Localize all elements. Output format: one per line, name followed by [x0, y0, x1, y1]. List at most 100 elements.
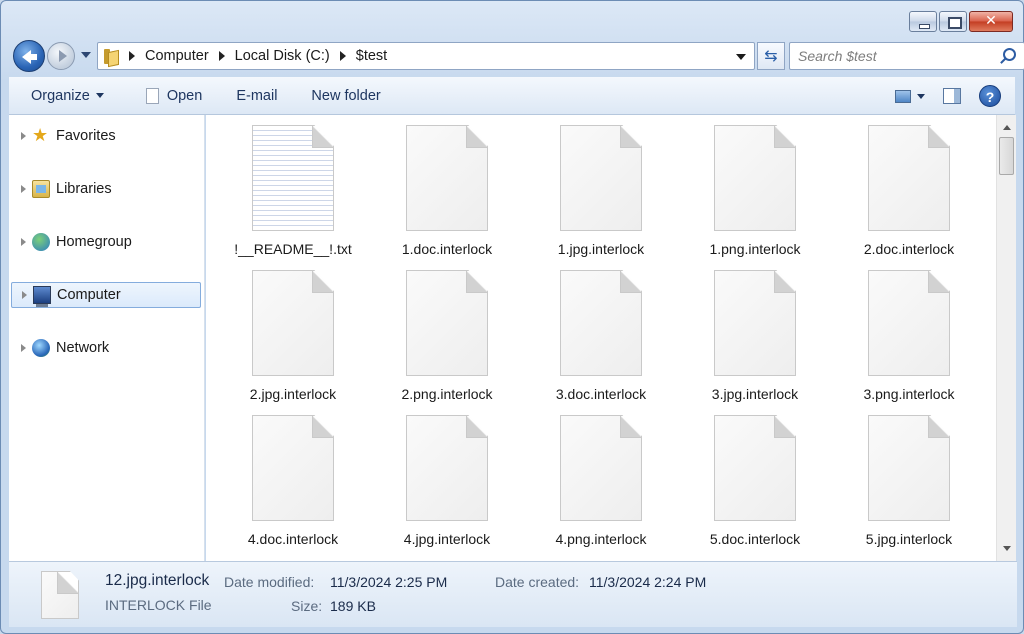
file-icon [252, 415, 334, 521]
open-button[interactable]: Open [134, 82, 214, 110]
navigation-row: Computer Local Disk (C:) $test ⇆ [11, 39, 1024, 73]
file-icon [868, 125, 950, 231]
breadcrumb-chevron-icon[interactable] [218, 51, 225, 61]
expand-arrow-icon[interactable] [21, 238, 26, 246]
nav-item-homegroup[interactable]: Homegroup [11, 229, 201, 255]
date-created-value: 11/3/2024 2:24 PM [589, 574, 707, 590]
organize-label: Organize [31, 87, 90, 104]
search-input[interactable] [790, 43, 990, 69]
size-value: 189 KB [330, 598, 376, 614]
nav-label: Homegroup [56, 234, 132, 250]
nav-item-favorites[interactable]: ★ Favorites [11, 123, 201, 149]
refresh-button[interactable]: ⇆ [757, 42, 785, 70]
file-name-label: 5.jpg.interlock [865, 531, 953, 547]
file-item[interactable]: 1.jpg.interlock [524, 125, 678, 270]
file-item[interactable]: 3.doc.interlock [524, 270, 678, 415]
breadcrumb-chevron-icon[interactable] [129, 51, 135, 61]
file-item[interactable]: 5.jpg.interlock [832, 415, 986, 560]
file-item[interactable]: 2.png.interlock [370, 270, 524, 415]
new-folder-button[interactable]: New folder [299, 82, 392, 110]
file-item[interactable]: 3.jpg.interlock [678, 270, 832, 415]
file-icon [41, 571, 79, 619]
file-name-label: 1.doc.interlock [401, 241, 493, 257]
file-icon [714, 270, 796, 376]
expand-arrow-icon[interactable] [21, 344, 26, 352]
nav-item-libraries[interactable]: Libraries [11, 176, 201, 202]
scroll-down-arrow-icon[interactable] [1003, 546, 1011, 555]
file-name-label: 3.jpg.interlock [711, 386, 799, 402]
file-icon [560, 270, 642, 376]
file-item[interactable]: 4.doc.interlock [216, 415, 370, 560]
file-icon [714, 415, 796, 521]
file-icon [560, 415, 642, 521]
file-icon [406, 125, 488, 231]
breadcrumb-local-disk[interactable]: Local Disk (C:) [235, 48, 330, 64]
address-bar[interactable]: Computer Local Disk (C:) $test [97, 42, 755, 70]
date-modified-value: 11/3/2024 2:25 PM [330, 574, 448, 590]
expand-arrow-icon[interactable] [22, 291, 27, 299]
file-item[interactable]: 3.png.interlock [832, 270, 986, 415]
file-name-label: 1.jpg.interlock [557, 241, 645, 257]
text-document-icon [252, 125, 334, 231]
network-icon [32, 339, 50, 357]
scrollbar-thumb[interactable] [999, 137, 1014, 175]
file-name-label: 1.png.interlock [709, 241, 801, 257]
view-options-chevron-icon[interactable] [917, 93, 925, 103]
file-name-label: 4.png.interlock [555, 531, 647, 547]
file-item[interactable]: 1.doc.interlock [370, 125, 524, 270]
libraries-icon [32, 180, 50, 198]
details-file-name: 12.jpg.interlock [105, 572, 210, 589]
email-button[interactable]: E-mail [224, 82, 289, 110]
maximize-button[interactable] [939, 11, 967, 32]
scroll-up-arrow-icon[interactable] [1003, 121, 1011, 130]
file-icon [868, 270, 950, 376]
address-dropdown-icon[interactable] [736, 54, 746, 65]
nav-label: Favorites [56, 128, 116, 144]
forward-arrow-icon[interactable] [47, 42, 75, 70]
change-view-icon[interactable] [895, 89, 911, 103]
file-name-label: 4.jpg.interlock [403, 531, 491, 547]
file-item[interactable]: !__README__!.txt [216, 125, 370, 270]
close-button[interactable] [969, 11, 1013, 32]
date-created-label: Date created: [495, 574, 580, 590]
file-name-label: 3.png.interlock [863, 386, 955, 402]
back-arrow-icon[interactable] [13, 40, 45, 72]
organize-button[interactable]: Organize [19, 82, 116, 110]
computer-icon [33, 286, 51, 307]
size-label: Size: [291, 598, 323, 614]
nav-label: Computer [57, 287, 121, 303]
file-name-label: !__README__!.txt [234, 241, 352, 257]
search-icon[interactable] [1003, 48, 1016, 61]
nav-item-computer[interactable]: Computer [11, 282, 201, 308]
file-icon [252, 270, 334, 376]
help-icon[interactable]: ? [979, 85, 1001, 107]
minimize-button[interactable] [909, 11, 937, 32]
expand-arrow-icon[interactable] [21, 185, 26, 193]
refresh-icon: ⇆ [764, 46, 778, 65]
file-grid: !__README__!.txt 1.doc.interlock 1.jpg.int… [216, 125, 986, 560]
file-item[interactable]: 1.png.interlock [678, 125, 832, 270]
breadcrumb-test[interactable]: $test [356, 48, 387, 64]
view-controls: ? [895, 82, 1001, 110]
date-modified-label: Date modified: [224, 574, 315, 590]
breadcrumb-computer[interactable]: Computer [145, 48, 209, 64]
file-name-label: 3.doc.interlock [555, 386, 647, 402]
file-item[interactable]: 5.doc.interlock [678, 415, 832, 560]
caption-buttons [909, 11, 1013, 35]
file-item[interactable]: 4.png.interlock [524, 415, 678, 560]
search-box[interactable] [789, 42, 1024, 70]
file-item[interactable]: 2.doc.interlock [832, 125, 986, 270]
file-icon [406, 270, 488, 376]
star-icon: ★ [32, 125, 49, 146]
file-item[interactable]: 4.jpg.interlock [370, 415, 524, 560]
recent-pages-chevron-icon[interactable] [81, 52, 91, 63]
vertical-scrollbar[interactable] [996, 115, 1016, 561]
expand-arrow-icon[interactable] [21, 132, 26, 140]
file-list-view: !__README__!.txt 1.doc.interlock 1.jpg.int… [206, 115, 996, 561]
chevron-down-icon [95, 93, 104, 102]
nav-label: Libraries [56, 181, 112, 197]
file-item[interactable]: 2.jpg.interlock [216, 270, 370, 415]
breadcrumb-chevron-icon[interactable] [339, 51, 346, 61]
preview-pane-icon[interactable] [943, 88, 961, 104]
nav-item-network[interactable]: Network [11, 335, 201, 361]
